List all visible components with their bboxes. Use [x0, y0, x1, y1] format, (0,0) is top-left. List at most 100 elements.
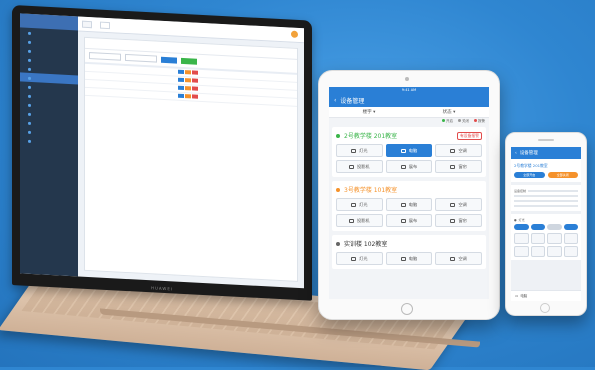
- device-label: 灯光: [359, 255, 368, 261]
- filter-input[interactable]: [89, 52, 121, 61]
- row-action-button[interactable]: [178, 85, 185, 91]
- legend-item: 开启: [442, 119, 453, 124]
- subtab[interactable]: [89, 41, 95, 45]
- device-icon: [400, 164, 406, 169]
- speaker-icon: [538, 139, 554, 141]
- row-action-button[interactable]: [178, 77, 185, 83]
- device-button[interactable]: 空调: [435, 198, 482, 211]
- device-icon: [349, 218, 355, 223]
- device-icon-grid: [514, 233, 578, 257]
- device-button[interactable]: 电脑: [385, 144, 433, 157]
- tablet-navbar: ‹ 设备管理: [329, 93, 489, 107]
- row-action-button[interactable]: [192, 94, 199, 99]
- toggle-switch[interactable]: [563, 224, 578, 230]
- room-card[interactable]: 实训楼 102教室 灯光 电脑 空调: [332, 235, 486, 269]
- subtab[interactable]: [113, 42, 118, 46]
- device-button[interactable]: 展布: [385, 214, 433, 227]
- row-action-button[interactable]: [185, 86, 192, 91]
- search-button[interactable]: [161, 56, 177, 64]
- room-header: 2号教学楼 201教室 全部开启 全部关闭: [511, 159, 581, 182]
- bulb-icon: ●: [514, 217, 517, 222]
- device-button[interactable]: 空调: [435, 144, 482, 157]
- device-button[interactable]: 灯光: [336, 198, 383, 211]
- device-button[interactable]: 灯光: [336, 144, 383, 157]
- avatar[interactable]: [291, 30, 298, 38]
- circle-icon: [28, 139, 31, 143]
- device-icon[interactable]: [547, 246, 562, 257]
- admin-dashboard: [20, 13, 304, 289]
- device-button[interactable]: 投影机: [336, 160, 383, 173]
- device-label: 窗帘: [458, 217, 467, 223]
- circle-icon: [28, 49, 31, 53]
- device-label: 投影机: [357, 163, 370, 169]
- room-card-title: 3号教学楼 101教室: [336, 185, 482, 194]
- monitor-icon: ▭: [515, 294, 519, 298]
- home-button[interactable]: [401, 303, 413, 315]
- sidebar-item[interactable]: [20, 135, 78, 147]
- light-section: ● 灯光: [511, 214, 581, 260]
- device-icon[interactable]: [530, 246, 545, 257]
- device-label: 空调: [458, 147, 467, 153]
- legend-dot-icon: [442, 119, 445, 122]
- toggle-switch[interactable]: [547, 224, 562, 230]
- device-button[interactable]: 投影机: [336, 214, 383, 227]
- room-name: 2号教学楼 201教室: [344, 133, 398, 140]
- toggle-switch[interactable]: [514, 224, 529, 230]
- add-button[interactable]: [181, 57, 197, 65]
- device-button[interactable]: 电脑: [385, 198, 433, 211]
- device-icon[interactable]: [547, 233, 562, 244]
- table-cell: [99, 88, 119, 98]
- circle-icon: [28, 58, 31, 62]
- device-icon[interactable]: [563, 246, 578, 257]
- row-action-button[interactable]: [178, 93, 185, 99]
- circle-icon: [28, 40, 31, 44]
- status-dropdown[interactable]: 状态 ▾: [443, 109, 456, 115]
- device-icon[interactable]: [530, 233, 545, 244]
- device-icon[interactable]: [514, 246, 529, 257]
- row-action-button[interactable]: [185, 94, 192, 99]
- phone-footer[interactable]: ▭ 电脑: [511, 290, 581, 301]
- row-action-button[interactable]: [192, 86, 199, 91]
- row-action-button[interactable]: [178, 69, 185, 75]
- device-button[interactable]: 空调: [435, 252, 482, 265]
- device-label: 空调: [458, 201, 467, 207]
- phone-device: ‹ 设备管理 2号教学楼 201教室 全部开启 全部关闭 设备控制 ● 灯光 ▭…: [505, 132, 587, 316]
- filter-input[interactable]: [125, 53, 157, 63]
- device-button[interactable]: 展布: [385, 160, 433, 173]
- device-icon[interactable]: [563, 233, 578, 244]
- control-section: 设备控制: [511, 185, 581, 211]
- back-icon[interactable]: ‹: [334, 97, 336, 104]
- building-dropdown[interactable]: 楼宇 ▾: [363, 109, 376, 115]
- table-cell: [156, 91, 177, 101]
- device-button[interactable]: 窗帘: [435, 160, 482, 173]
- device-icon: [450, 256, 456, 261]
- device-icon: [351, 202, 357, 207]
- row-action-button[interactable]: [185, 78, 192, 83]
- subtab[interactable]: [101, 42, 106, 46]
- device-icon: [450, 164, 456, 169]
- toggle-switch[interactable]: [530, 224, 545, 230]
- row-action-button[interactable]: [185, 70, 192, 75]
- room-card[interactable]: 3号教学楼 101教室灯光 电脑 空调投影机 展布 窗帘: [332, 181, 486, 231]
- row-action-button[interactable]: [192, 78, 199, 83]
- device-button[interactable]: 灯光: [336, 252, 383, 265]
- admin-tab-2[interactable]: [100, 21, 110, 30]
- admin-tab-1[interactable]: [82, 20, 92, 29]
- device-icon: [400, 148, 406, 153]
- all-off-button[interactable]: 全部关闭: [547, 172, 578, 178]
- row-action-button[interactable]: [192, 70, 199, 75]
- device-icon[interactable]: [514, 233, 529, 244]
- status-dot-icon: [336, 133, 340, 138]
- room-card-title: 2号教学楼 201教室 有设备报警: [336, 131, 482, 140]
- status-dot-icon: [336, 241, 340, 246]
- tablet-device: 9:41 AM ‹ 设备管理 楼宇 ▾ 状态 ▾ 开启 关闭 报警 2号教学楼 20…: [318, 70, 500, 320]
- device-button[interactable]: 窗帘: [435, 214, 482, 227]
- device-label: 展布: [408, 163, 418, 169]
- home-button[interactable]: [540, 303, 550, 313]
- device-icon: [349, 164, 355, 169]
- device-button[interactable]: 电脑: [385, 252, 433, 265]
- room-card[interactable]: 2号教学楼 201教室 有设备报警灯光 电脑 空调投影机 展布 窗帘: [332, 127, 486, 177]
- back-icon[interactable]: ‹: [515, 151, 517, 156]
- status-dot-icon: [336, 187, 340, 192]
- all-on-button[interactable]: 全部开启: [514, 172, 545, 178]
